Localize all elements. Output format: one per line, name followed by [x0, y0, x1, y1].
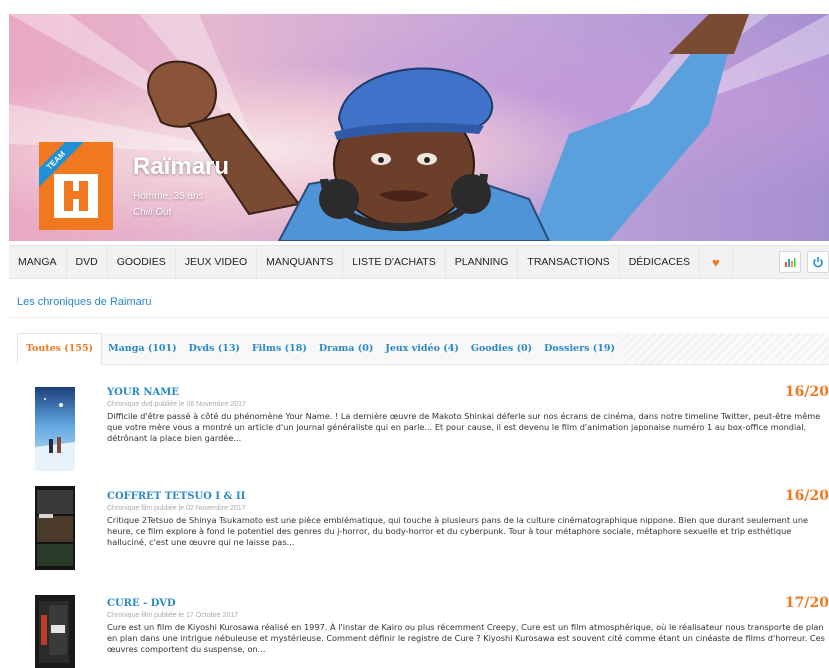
review-excerpt: Critique 2Tetsuo de Shinya Tsukamoto est… — [107, 515, 809, 547]
review-date: Chronique dvd publiée le 06 Novembre 201… — [107, 401, 246, 408]
nav-item-goodies[interactable]: GOODIES — [108, 246, 176, 278]
tab-dossiers[interactable]: Dossiers (19) — [538, 333, 621, 364]
section-title: Les chroniques de Raimaru — [17, 296, 152, 308]
tab-manga[interactable]: Manga (101) — [102, 333, 183, 364]
tab-dvds[interactable]: Dvds (13) — [182, 333, 246, 364]
profile-navbar: MANGA DVD GOODIES JEUX VIDEO MANQUANTS L… — [9, 245, 829, 279]
review-score: 17/20 — [784, 595, 829, 611]
review-date: Chronique film publiée le 02 Novembre 20… — [107, 505, 246, 512]
review-item: COFFRET TETSUO I & II 16/20 Chronique fi… — [17, 486, 829, 581]
review-score: 16/20 — [784, 488, 829, 504]
tab-goodies[interactable]: Goodies (0) — [464, 333, 539, 364]
banner-illustration — [9, 14, 829, 241]
stats-icon[interactable] — [779, 251, 801, 273]
review-score: 16/20 — [784, 384, 829, 400]
profile-mood: Chill Out — [133, 207, 172, 218]
nav-item-jeux-video[interactable]: JEUX VIDEO — [176, 246, 258, 278]
tab-drama[interactable]: Drama (0) — [312, 333, 380, 364]
nav-item-manga[interactable]: MANGA — [9, 246, 67, 278]
team-logo-h-icon — [54, 174, 98, 218]
review-title[interactable]: YOUR NAME — [107, 387, 179, 398]
power-icon[interactable] — [807, 251, 829, 273]
cover-image[interactable] — [35, 595, 75, 668]
tab-toutes[interactable]: Toutes (155) — [17, 333, 103, 365]
tab-films[interactable]: Films (18) — [245, 333, 313, 364]
review-title[interactable]: COFFRET TETSUO I & II — [107, 491, 245, 502]
review-title[interactable]: CURE - DVD — [107, 598, 176, 609]
profile-banner: TEAM — [9, 14, 829, 241]
review-item: YOUR NAME 16/20 Chronique dvd publiée le… — [17, 384, 829, 477]
review-excerpt: Difficile d'être passé à côté du phénomè… — [107, 411, 821, 443]
review-tabs: Toutes (155) Manga (101) Dvds (13) Films… — [17, 333, 829, 365]
team-logo: TEAM — [39, 142, 113, 230]
nav-item-planning[interactable]: PLANNING — [446, 246, 519, 278]
nav-item-liste-achats[interactable]: LISTE D'ACHATS — [343, 246, 446, 278]
profile-meta: Homme, 35 ans — [133, 191, 204, 202]
profile-name: Raïmaru — [133, 153, 230, 180]
nav-item-dvd[interactable]: DVD — [67, 246, 108, 278]
divider — [9, 317, 829, 318]
cover-image[interactable] — [35, 387, 75, 471]
cover-image[interactable] — [35, 486, 75, 570]
tab-jeux-video[interactable]: Jeux vidéo (4) — [379, 333, 465, 364]
nav-item-dedicaces[interactable]: DÉDICACES — [620, 246, 700, 278]
nav-item-manquants[interactable]: MANQUANTS — [257, 246, 344, 278]
review-excerpt: Cure est un film de Kiyoshi Kurosawa réa… — [107, 622, 825, 654]
nav-item-transactions[interactable]: TRANSACTIONS — [518, 246, 620, 278]
review-date: Chronique film publiée le 17 Octobre 201… — [107, 612, 239, 619]
review-item: CURE - DVD 17/20 Chronique film publiée … — [17, 595, 829, 668]
heart-icon[interactable]: ♥ — [700, 246, 733, 278]
